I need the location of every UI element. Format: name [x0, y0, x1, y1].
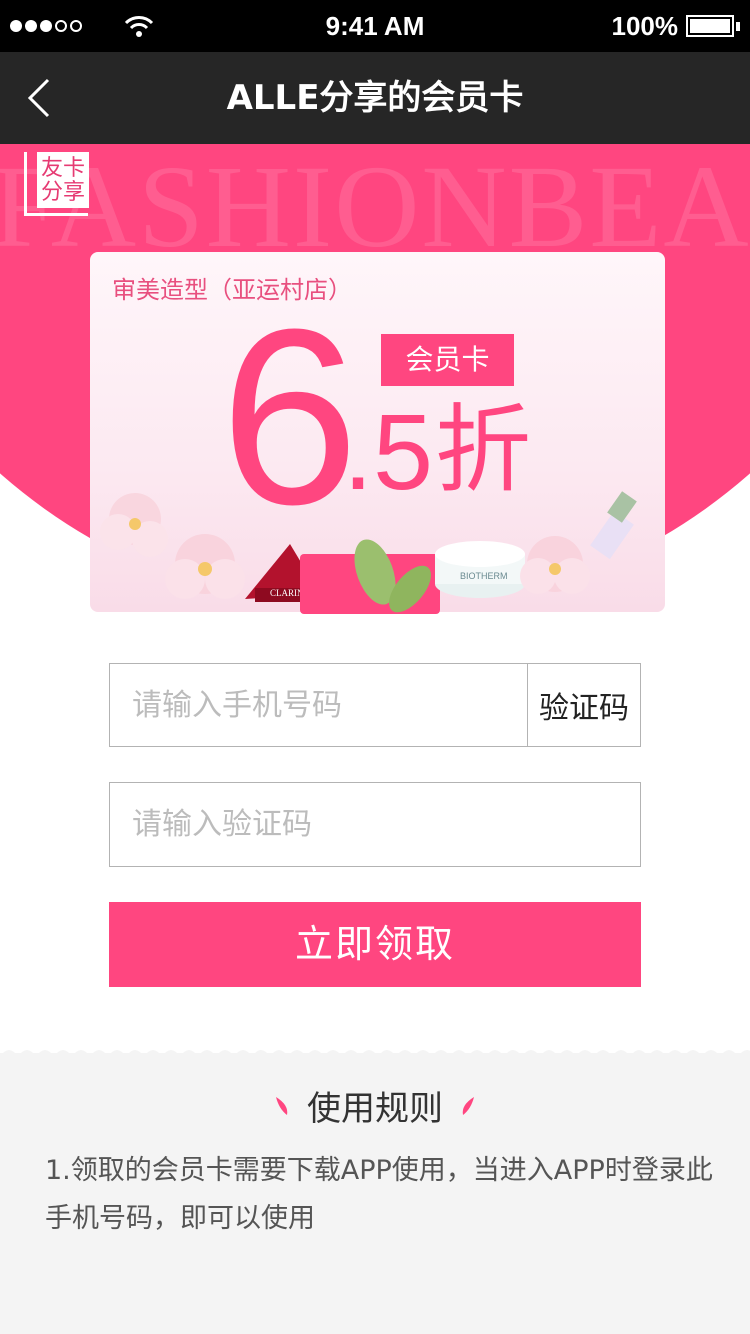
chevron-left-icon [27, 78, 50, 118]
petal-left-icon [276, 1096, 288, 1115]
get-verification-code-button[interactable]: 验证码 [527, 664, 640, 746]
hero-banner: FASHIONBEA 友卡分享 审美造型（亚运村店） 会员卡 6 .5 折 CL… [0, 144, 750, 634]
rules-section: 使用规则 1.领取的会员卡需要下载APP使用，当进入APP时登录此手机号码，即可… [0, 1050, 750, 1334]
battery-cap [736, 21, 740, 31]
phone-input-row: 验证码 [109, 663, 641, 747]
lotion-bottle-icon [590, 491, 637, 560]
rules-title: 使用规则 [307, 1089, 443, 1129]
cherry-blossom-icon [165, 534, 245, 599]
flowers-decoration: CLARINS BIOTHERM [100, 491, 637, 614]
rules-text: 1.领取的会员卡需要下载APP使用，当进入APP时登录此手机号码，即可以使用 [45, 1155, 713, 1234]
wifi-icon [124, 16, 154, 37]
signal-strength-icon [10, 20, 82, 32]
navigation-bar: ALLE分享的会员卡 [0, 52, 750, 144]
petal-right-icon [462, 1096, 474, 1115]
back-button[interactable] [22, 76, 66, 120]
claim-now-button[interactable]: 立即领取 [109, 902, 641, 987]
cherry-blossom-icon [100, 493, 168, 557]
battery-percent: 100% [611, 10, 679, 41]
battery-icon [686, 15, 734, 37]
cream-jar-icon: BIOTHERM [435, 541, 525, 598]
hero-background-text: FASHIONBEA [0, 144, 750, 272]
cherry-blossom-icon [520, 536, 590, 594]
verification-code-input[interactable] [110, 783, 640, 866]
share-badge-label: 友卡分享 [37, 152, 89, 208]
member-card-tag: 会员卡 [381, 334, 514, 386]
rules-title-row: 使用规则 [0, 1081, 750, 1130]
status-left [10, 14, 154, 38]
status-right: 100% [611, 10, 740, 42]
page-title: ALLE分享的会员卡 [226, 78, 524, 118]
scallop-divider [0, 1050, 750, 1057]
product-label-biotherm: BIOTHERM [460, 571, 508, 581]
verification-code-field [109, 782, 641, 867]
phone-number-input[interactable] [110, 664, 527, 746]
status-bar: 9:41 AM 100% [0, 0, 750, 52]
share-badge: 友卡分享 [24, 152, 89, 216]
